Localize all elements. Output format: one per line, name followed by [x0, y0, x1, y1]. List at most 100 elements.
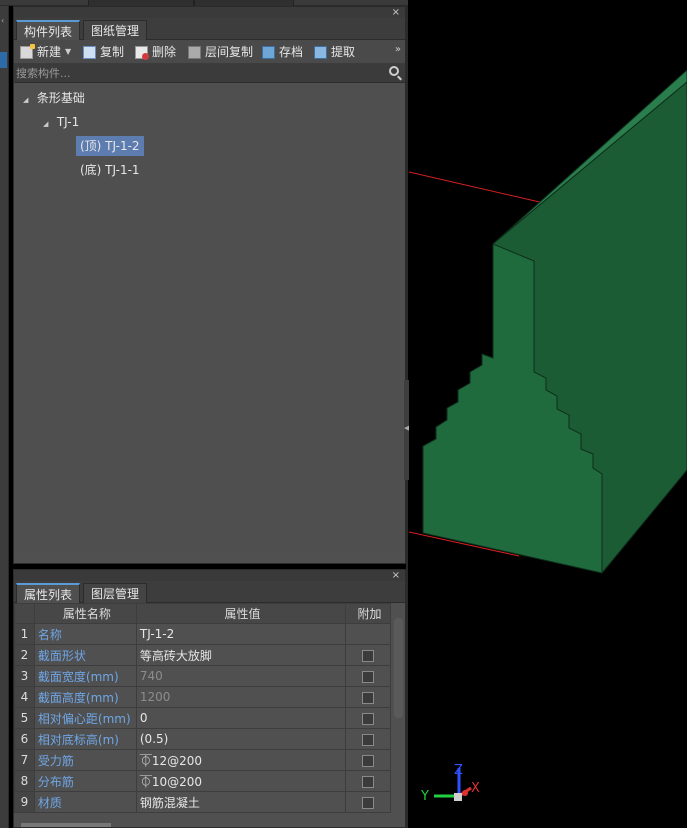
- property-value[interactable]: 740: [135, 665, 347, 687]
- save-icon: [262, 45, 275, 59]
- delete-button[interactable]: 删除: [135, 43, 176, 61]
- table-row[interactable]: 9 材质 钢筋混凝土: [14, 791, 391, 813]
- table-row[interactable]: 5 相对偏心距(mm) 0: [14, 707, 391, 729]
- property-name[interactable]: 相对底标高(m): [33, 728, 137, 750]
- 3d-viewport[interactable]: Y Z X: [408, 6, 687, 828]
- tree-child-label: TJ-1: [56, 115, 80, 129]
- dock-icon[interactable]: [0, 52, 7, 68]
- column-header[interactable]: 属性值: [135, 603, 347, 624]
- extra-checkbox[interactable]: [362, 733, 375, 746]
- extra-checkbox[interactable]: [362, 796, 375, 809]
- panel-title-bar: ×: [14, 570, 405, 581]
- extra-checkbox[interactable]: [362, 649, 375, 662]
- row-number: 7: [14, 749, 35, 771]
- extra-checkbox[interactable]: [362, 712, 375, 725]
- table-row[interactable]: 2 截面形状 等高砖大放脚: [14, 644, 391, 666]
- property-value[interactable]: 0: [135, 707, 347, 729]
- tree-node-tj1[interactable]: ◢ TJ-1: [43, 112, 79, 132]
- property-value[interactable]: ⏁12@200: [135, 749, 347, 771]
- toolbar-overflow-icon[interactable]: »: [395, 44, 401, 55]
- property-name[interactable]: 受力筋: [33, 749, 137, 771]
- table-row[interactable]: 1 名称 TJ-1-2: [14, 623, 391, 645]
- axis-origin-dot: [462, 790, 468, 796]
- tree-node-root[interactable]: ◢ 条形基础: [23, 88, 85, 108]
- tab-property-list[interactable]: 属性列表: [16, 583, 81, 603]
- property-value[interactable]: 等高砖大放脚: [135, 644, 347, 666]
- vertical-scrollbar[interactable]: [394, 618, 403, 718]
- fetch-label: 提取: [331, 45, 356, 59]
- tab-layer-management[interactable]: 图层管理: [83, 583, 148, 603]
- delete-icon: [135, 45, 149, 60]
- extra-cell: [345, 728, 391, 750]
- horizontal-scrollbar[interactable]: [21, 823, 111, 827]
- extra-cell: [345, 665, 391, 687]
- copy-button[interactable]: 复制: [83, 43, 124, 61]
- tab-drawing-management[interactable]: 图纸管理: [83, 20, 148, 40]
- row-number: 2: [14, 644, 35, 666]
- extra-cell: [345, 791, 391, 813]
- left-collapsed-dock[interactable]: ‹: [0, 6, 9, 828]
- property-name[interactable]: 名称: [33, 623, 137, 645]
- row-number: 1: [14, 623, 35, 645]
- component-list-panel: × 构件列表 图纸管理 新建 ▼ 复制 删除 层间复制 存档 提取 » 搜索构件…: [13, 6, 406, 564]
- row-number-header: [14, 603, 35, 624]
- save-label: 存档: [279, 45, 304, 59]
- property-value[interactable]: (0.5): [135, 728, 347, 750]
- layer-copy-label: 层间复制: [205, 45, 254, 59]
- panel-title-bar: ×: [14, 7, 405, 18]
- extra-cell: [345, 686, 391, 708]
- table-row[interactable]: 7 受力筋 ⏁12@200: [14, 749, 391, 771]
- property-value[interactable]: TJ-1-2: [135, 623, 347, 645]
- property-tabs: 属性列表 图层管理: [14, 581, 405, 603]
- property-name[interactable]: 截面宽度(mm): [33, 665, 137, 687]
- copy-label: 复制: [100, 45, 125, 59]
- layer-copy-button[interactable]: 层间复制: [188, 43, 253, 61]
- extra-checkbox[interactable]: [362, 670, 375, 683]
- table-row[interactable]: 8 分布筋 ⏁10@200: [14, 770, 391, 792]
- expand-arrow-icon[interactable]: ◢: [23, 90, 33, 110]
- property-name[interactable]: 材质: [33, 791, 137, 813]
- column-header[interactable]: 附加: [345, 603, 391, 624]
- copy-icon: [83, 45, 96, 59]
- close-icon[interactable]: ×: [392, 7, 400, 18]
- y-axis-label: Y: [420, 789, 429, 804]
- table-header-row: 属性名称 属性值 附加: [14, 603, 391, 624]
- axis-triad[interactable]: Y Z X: [420, 763, 480, 804]
- collapse-arrow-icon[interactable]: ‹: [1, 16, 4, 25]
- new-file-icon: [20, 43, 35, 59]
- property-name[interactable]: 分布筋: [33, 770, 137, 792]
- extra-cell: [345, 707, 391, 729]
- property-name[interactable]: 截面高度(mm): [33, 686, 137, 708]
- extra-checkbox[interactable]: [362, 691, 375, 704]
- table-row[interactable]: 4 截面高度(mm) 1200: [14, 686, 391, 708]
- fetch-button[interactable]: 提取: [314, 43, 355, 61]
- property-value[interactable]: ⏁10@200: [135, 770, 347, 792]
- column-header[interactable]: 属性名称: [33, 603, 137, 624]
- tree-item-bottom[interactable]: (底) TJ-1-1: [80, 160, 140, 180]
- property-value[interactable]: 1200: [135, 686, 347, 708]
- row-number: 5: [14, 707, 35, 729]
- tab-component-list[interactable]: 构件列表: [16, 20, 81, 40]
- new-button[interactable]: 新建 ▼: [20, 43, 71, 61]
- extra-checkbox[interactable]: [362, 754, 375, 767]
- dropdown-caret-icon[interactable]: ▼: [65, 43, 71, 61]
- close-icon[interactable]: ×: [392, 570, 400, 581]
- property-list-panel: × 属性列表 图层管理 属性名称 属性值 附加 1 名称 TJ-1-2 2 截面形状 等高…: [13, 569, 406, 828]
- tree-root-label: 条形基础: [36, 91, 85, 105]
- table-row[interactable]: 6 相对底标高(m) (0.5): [14, 728, 391, 750]
- property-table: 属性名称 属性值 附加 1 名称 TJ-1-2 2 截面形状 等高砖大放脚 3 截面宽度(mm…: [14, 603, 391, 813]
- fetch-icon: [314, 45, 327, 59]
- search-icon[interactable]: [389, 66, 399, 76]
- save-button[interactable]: 存档: [262, 43, 303, 61]
- expand-arrow-icon[interactable]: ◢: [43, 114, 53, 134]
- component-tree: ◢ 条形基础 ◢ TJ-1 (顶) TJ-1-2 (底) TJ-1-1: [14, 83, 405, 551]
- tree-item-top[interactable]: (顶) TJ-1-2: [76, 136, 144, 156]
- property-value[interactable]: 钢筋混凝土: [135, 791, 347, 813]
- search-input[interactable]: [16, 65, 376, 81]
- axis-origin-icon: [454, 793, 462, 801]
- property-name[interactable]: 相对偏心距(mm): [33, 707, 137, 729]
- property-name[interactable]: 截面形状: [33, 644, 137, 666]
- extra-checkbox[interactable]: [362, 775, 375, 788]
- search-bar: [14, 64, 405, 83]
- table-row[interactable]: 3 截面宽度(mm) 740: [14, 665, 391, 687]
